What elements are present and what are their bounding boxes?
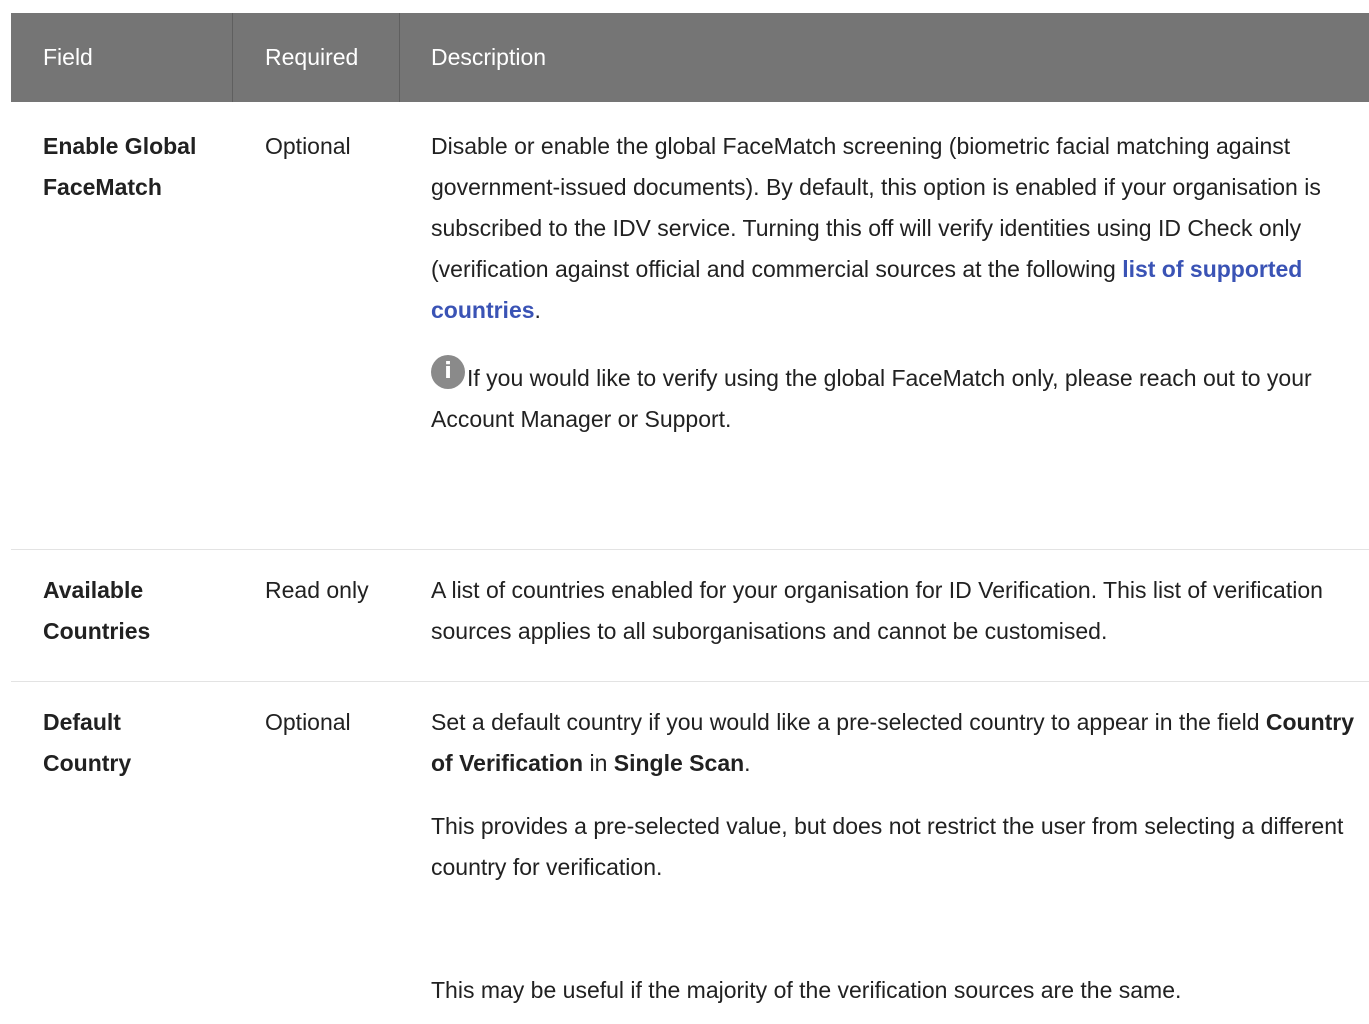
description-paragraph: This may be useful if the majority of th… bbox=[431, 977, 1182, 1003]
header-description: Description bbox=[431, 44, 547, 70]
description-cell: A list of countries enabled for your org… bbox=[400, 570, 1369, 681]
required-value: Optional bbox=[265, 133, 351, 159]
info-icon: i bbox=[431, 355, 465, 389]
required-value: Optional bbox=[265, 709, 351, 735]
field-name: Available Countries bbox=[43, 577, 151, 644]
header-required: Required bbox=[233, 13, 400, 102]
info-note: i If you would like to verify using the g… bbox=[431, 355, 1369, 440]
description-cell: Set a default country if you would like … bbox=[400, 702, 1369, 1024]
documentation-page: Field Required Description Enable Global… bbox=[0, 0, 1369, 1024]
field-name: Default Country bbox=[43, 709, 132, 776]
header-field: Field bbox=[11, 13, 233, 102]
table-row: Available Countries Read only A list of … bbox=[11, 550, 1369, 682]
table-row: Enable Global FaceMatch Optional Disable… bbox=[11, 102, 1369, 550]
field-name: Enable Global FaceMatch bbox=[43, 133, 197, 200]
description-paragraph: Disable or enable the global FaceMatch s… bbox=[431, 133, 1321, 323]
required-value: Read only bbox=[265, 577, 369, 603]
table-row: Default Country Optional Set a default c… bbox=[11, 682, 1369, 1024]
settings-table: Field Required Description Enable Global… bbox=[11, 13, 1369, 1024]
info-note-text: If you would like to verify using the gl… bbox=[431, 365, 1312, 432]
table-header: Field Required Description bbox=[11, 13, 1369, 102]
description-cell: Disable or enable the global FaceMatch s… bbox=[400, 126, 1369, 549]
description-paragraph: A list of countries enabled for your org… bbox=[431, 577, 1323, 644]
description-paragraph: This provides a pre-selected value, but … bbox=[431, 813, 1344, 880]
description-paragraph: Set a default country if you would like … bbox=[431, 709, 1355, 776]
